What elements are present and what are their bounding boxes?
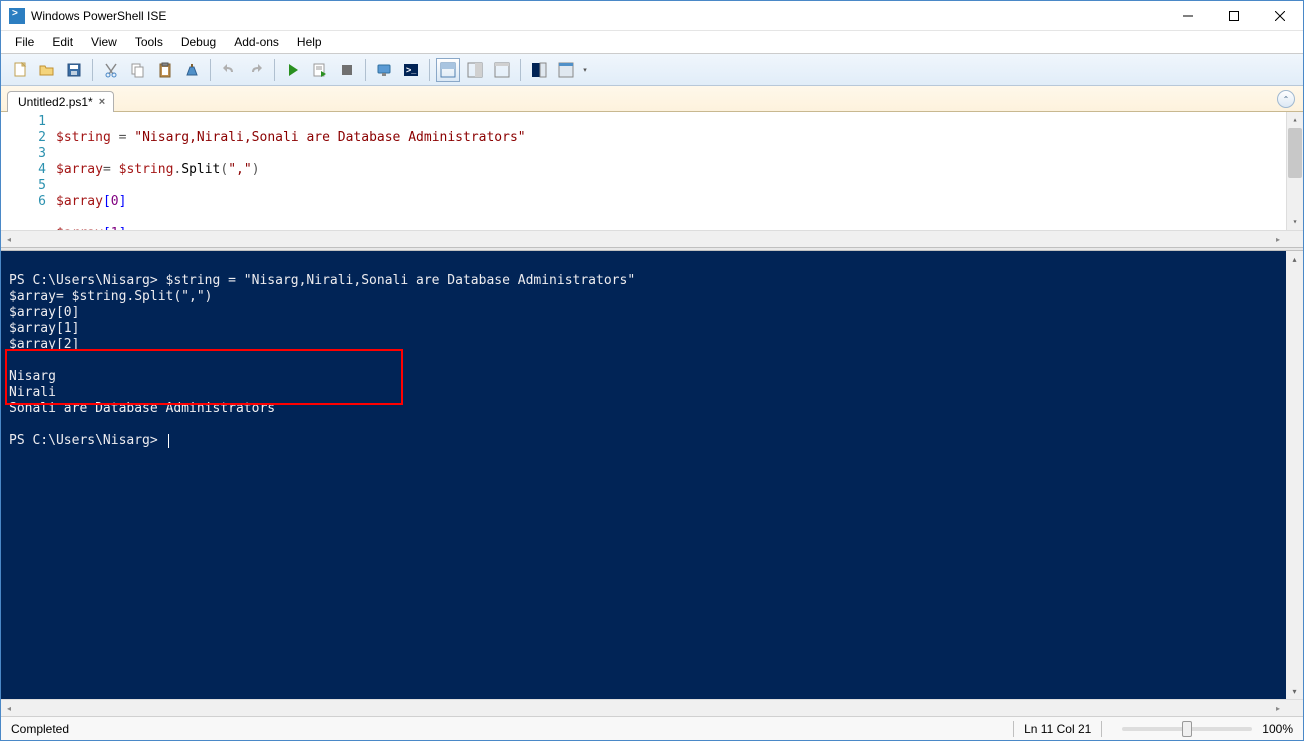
toolbar-separator bbox=[365, 59, 366, 81]
clear-button[interactable] bbox=[180, 58, 204, 82]
status-separator bbox=[1013, 721, 1014, 737]
output-highlight-annotation bbox=[5, 349, 403, 405]
window-controls bbox=[1165, 1, 1303, 30]
open-file-button[interactable] bbox=[35, 58, 59, 82]
line-number: 2 bbox=[1, 130, 46, 146]
console-vertical-scrollbar[interactable]: ▴ ▾ bbox=[1286, 251, 1303, 699]
zoom-slider[interactable] bbox=[1122, 727, 1252, 731]
line-number: 5 bbox=[1, 178, 46, 194]
show-command-window-button[interactable] bbox=[554, 58, 578, 82]
app-icon bbox=[9, 8, 25, 24]
window-title: Windows PowerShell ISE bbox=[31, 9, 1165, 23]
script-editor[interactable]: 1 2 3 4 5 6 $string = "Nisarg,Nirali,Son… bbox=[1, 112, 1303, 230]
menu-debug[interactable]: Debug bbox=[173, 33, 224, 51]
status-message: Completed bbox=[11, 722, 1003, 736]
scroll-thumb[interactable] bbox=[1288, 128, 1302, 178]
scroll-down-arrow[interactable]: ▾ bbox=[1286, 683, 1303, 699]
console-pane-wrapper: PS C:\Users\Nisarg> $string = "Nisarg,Ni… bbox=[1, 251, 1303, 699]
console-line: $array[1] bbox=[9, 321, 79, 336]
show-command-addon-button[interactable] bbox=[527, 58, 551, 82]
menubar: File Edit View Tools Debug Add-ons Help bbox=[1, 31, 1303, 53]
scroll-up-arrow[interactable]: ▴ bbox=[1287, 112, 1303, 128]
code-area[interactable]: $string = "Nisarg,Nirali,Sonali are Data… bbox=[56, 112, 1286, 230]
line-number: 6 bbox=[1, 194, 46, 210]
zoom-level: 100% bbox=[1262, 722, 1293, 736]
collapse-script-pane-button[interactable]: ⌃ bbox=[1277, 90, 1295, 108]
new-file-button[interactable] bbox=[8, 58, 32, 82]
scroll-right-arrow[interactable]: ▸ bbox=[1270, 235, 1286, 244]
console-line: $array[2] bbox=[9, 337, 79, 352]
redo-button[interactable] bbox=[244, 58, 268, 82]
scroll-down-arrow[interactable]: ▾ bbox=[1287, 214, 1303, 230]
editor-vertical-scrollbar[interactable]: ▴ ▾ bbox=[1286, 112, 1303, 230]
console-prompt: PS C:\Users\Nisarg> bbox=[9, 433, 166, 448]
menu-addons[interactable]: Add-ons bbox=[226, 33, 287, 51]
console-pane[interactable]: PS C:\Users\Nisarg> $string = "Nisarg,Ni… bbox=[1, 251, 1286, 699]
editor-horizontal-scrollbar[interactable]: ◂ ▸ bbox=[1, 230, 1303, 247]
tab-label: Untitled2.ps1* bbox=[18, 95, 93, 109]
svg-text:>_: >_ bbox=[406, 65, 417, 75]
console-output: Nirali bbox=[9, 385, 56, 400]
scroll-left-arrow[interactable]: ◂ bbox=[1, 704, 17, 713]
remote-button[interactable] bbox=[372, 58, 396, 82]
toolbar-separator bbox=[92, 59, 93, 81]
close-button[interactable] bbox=[1257, 1, 1303, 31]
toolbar-separator bbox=[520, 59, 521, 81]
cursor-icon bbox=[168, 434, 169, 448]
toolbar-separator bbox=[210, 59, 211, 81]
line-number: 1 bbox=[1, 114, 46, 130]
console-prompt: PS C:\Users\Nisarg> bbox=[9, 273, 158, 288]
menu-edit[interactable]: Edit bbox=[44, 33, 81, 51]
console-output: Nisarg bbox=[9, 369, 56, 384]
line-number-gutter: 1 2 3 4 5 6 bbox=[1, 112, 56, 230]
powershell-button[interactable]: >_ bbox=[399, 58, 423, 82]
menu-help[interactable]: Help bbox=[289, 33, 330, 51]
scroll-up-arrow[interactable]: ▴ bbox=[1286, 251, 1303, 267]
copy-button[interactable] bbox=[126, 58, 150, 82]
zoom-thumb[interactable] bbox=[1182, 721, 1192, 737]
show-script-max-button[interactable] bbox=[490, 58, 514, 82]
undo-button[interactable] bbox=[217, 58, 241, 82]
show-script-right-button[interactable] bbox=[463, 58, 487, 82]
stop-button[interactable] bbox=[335, 58, 359, 82]
toolbar-overflow[interactable]: ▾ bbox=[580, 66, 590, 74]
cut-button[interactable] bbox=[99, 58, 123, 82]
titlebar: Windows PowerShell ISE bbox=[1, 1, 1303, 31]
statusbar: Completed Ln 11 Col 21 100% bbox=[1, 716, 1303, 740]
line-number: 4 bbox=[1, 162, 46, 178]
paste-button[interactable] bbox=[153, 58, 177, 82]
console-line: $array[0] bbox=[9, 305, 79, 320]
tab-untitled2[interactable]: Untitled2.ps1* × bbox=[7, 91, 114, 112]
menu-tools[interactable]: Tools bbox=[127, 33, 171, 51]
save-button[interactable] bbox=[62, 58, 86, 82]
console-line: $string = "Nisarg,Nirali,Sonali are Data… bbox=[158, 273, 635, 288]
line-number: 3 bbox=[1, 146, 46, 162]
show-script-top-button[interactable] bbox=[436, 58, 460, 82]
tab-strip: Untitled2.ps1* × ⌃ bbox=[1, 86, 1303, 112]
console-output: Sonali are Database Administrators bbox=[9, 401, 275, 416]
toolbar-separator bbox=[274, 59, 275, 81]
scroll-left-arrow[interactable]: ◂ bbox=[1, 235, 17, 244]
toolbar: >_ ▾ bbox=[1, 53, 1303, 86]
minimize-button[interactable] bbox=[1165, 1, 1211, 31]
run-selection-button[interactable] bbox=[308, 58, 332, 82]
console-line: $array= $string.Split(",") bbox=[9, 289, 213, 304]
maximize-button[interactable] bbox=[1211, 1, 1257, 31]
menu-file[interactable]: File bbox=[7, 33, 42, 51]
toolbar-separator bbox=[429, 59, 430, 81]
run-button[interactable] bbox=[281, 58, 305, 82]
console-horizontal-scrollbar[interactable]: ◂ ▸ bbox=[1, 699, 1303, 716]
scroll-right-arrow[interactable]: ▸ bbox=[1270, 704, 1286, 713]
status-separator bbox=[1101, 721, 1102, 737]
menu-view[interactable]: View bbox=[83, 33, 125, 51]
cursor-position: Ln 11 Col 21 bbox=[1024, 722, 1091, 736]
tab-close-button[interactable]: × bbox=[99, 96, 105, 108]
